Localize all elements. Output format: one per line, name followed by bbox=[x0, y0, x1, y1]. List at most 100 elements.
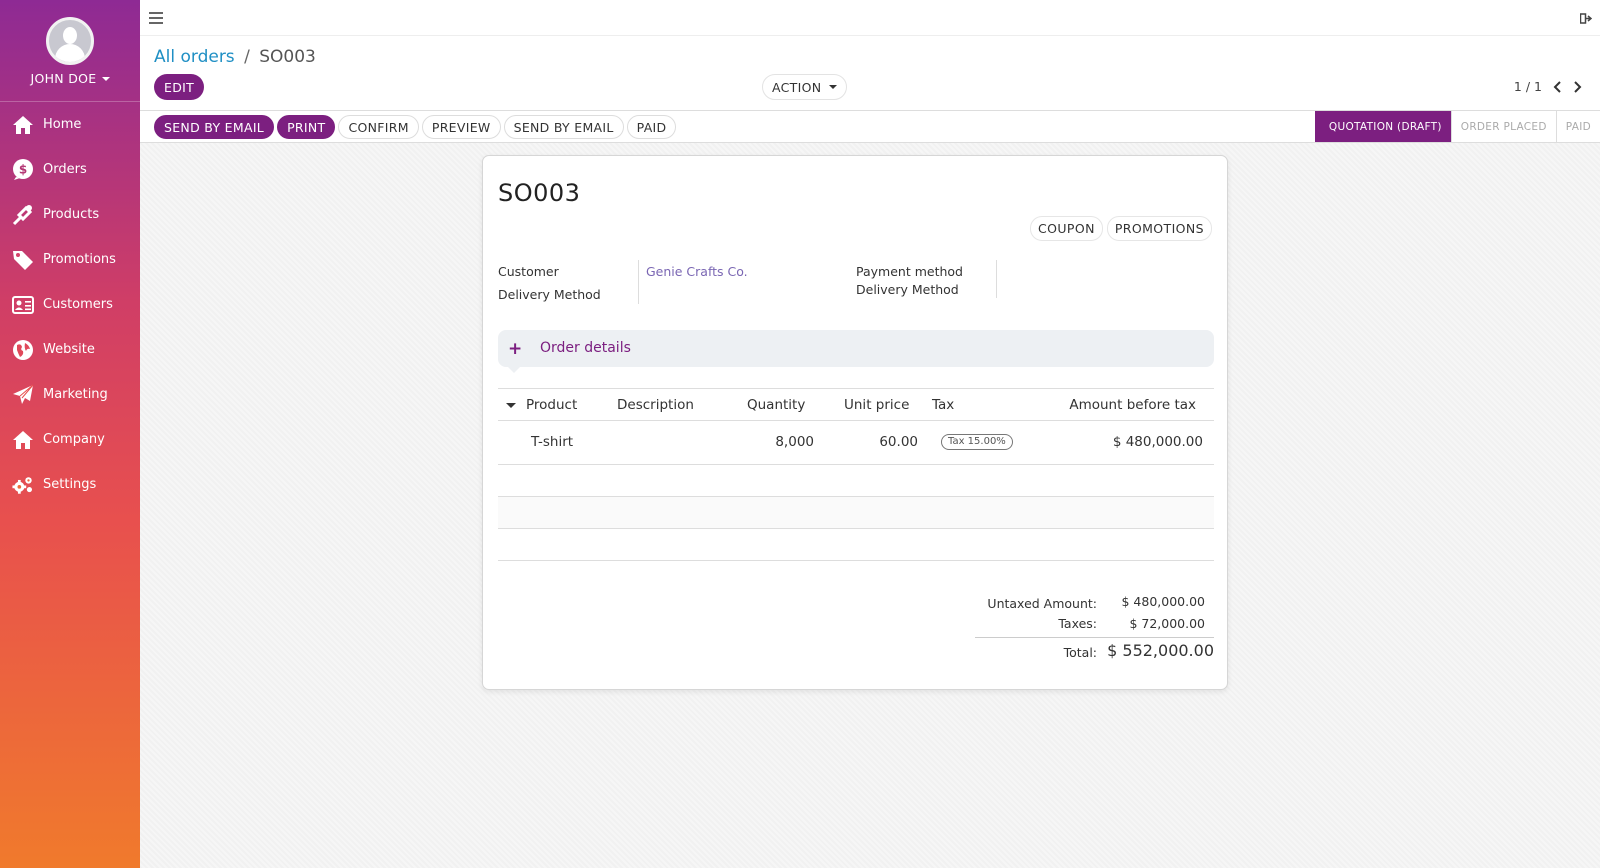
content-area: SO003 COUPON PROMOTIONS Customer Deliver… bbox=[140, 143, 1600, 868]
col-description[interactable]: Description bbox=[617, 397, 694, 413]
delivery-method-label-right: Delivery Method bbox=[856, 282, 959, 297]
order-details-toggle[interactable]: + Order details bbox=[498, 330, 1214, 367]
preview-button[interactable]: PREVIEW bbox=[421, 115, 501, 139]
sidebar-item-label: Orders bbox=[43, 162, 87, 177]
table-header: Product Description Quantity Unit price … bbox=[498, 388, 1214, 421]
chevron-right-icon[interactable] bbox=[1573, 80, 1582, 93]
details-notch bbox=[508, 367, 520, 373]
untaxed-label: Untaxed Amount: bbox=[987, 596, 1097, 611]
user-menu[interactable]: JOHN DOE bbox=[0, 0, 140, 102]
untaxed-value: $ 480,000.00 bbox=[1121, 594, 1206, 609]
customer-label: Customer bbox=[498, 264, 559, 279]
sidebar-item-home[interactable]: Home bbox=[0, 102, 140, 147]
tax-badge: Tax 15.00% bbox=[941, 434, 1013, 450]
empty-row bbox=[498, 497, 1214, 529]
stage-bar: QUOTATION (DRAFT) ORDER PLACED PAID bbox=[1314, 111, 1600, 142]
paid-button[interactable]: PAID bbox=[626, 115, 677, 139]
field-divider bbox=[996, 260, 997, 298]
sidebar-item-label: Marketing bbox=[43, 387, 108, 402]
user-name: JOHN DOE bbox=[30, 71, 97, 86]
taxes-value: $ 72,000.00 bbox=[1129, 616, 1205, 631]
menu-toggle-icon[interactable] bbox=[149, 12, 163, 24]
action-label: ACTION bbox=[772, 79, 822, 95]
chevron-left-icon[interactable] bbox=[1553, 80, 1562, 93]
col-quantity[interactable]: Quantity bbox=[747, 397, 805, 413]
send-by-email-secondary-button[interactable]: SEND BY EMAIL bbox=[503, 115, 624, 139]
sidebar-item-label: Customers bbox=[43, 297, 113, 312]
pager-value[interactable]: 1 / 1 bbox=[1514, 79, 1542, 94]
status-bar: SEND BY EMAIL PRINT CONFIRM PREVIEW SEND… bbox=[140, 111, 1600, 143]
table-row[interactable]: T-shirt 8,000 60.00 Tax 15.00% $ 480,000… bbox=[498, 421, 1214, 465]
caret-down-icon bbox=[101, 76, 110, 81]
stage-paid[interactable]: PAID bbox=[1555, 111, 1600, 142]
sidebar-item-customers[interactable]: Customers bbox=[0, 282, 140, 327]
dollar-icon: $ bbox=[12, 158, 34, 181]
payment-method-label: Payment method bbox=[856, 264, 963, 279]
cell-unit-price: 60.00 bbox=[879, 434, 918, 450]
taxes-row: Taxes: $ 72,000.00 bbox=[975, 613, 1214, 635]
print-button[interactable]: PRINT bbox=[277, 115, 336, 139]
pager: 1 / 1 bbox=[1514, 79, 1582, 94]
action-dropdown[interactable]: ACTION bbox=[762, 74, 848, 100]
price-tag-icon bbox=[12, 249, 34, 271]
top-bar bbox=[140, 0, 1600, 36]
caret-down-icon bbox=[829, 85, 838, 89]
sidebar-item-promotions[interactable]: Promotions bbox=[0, 237, 140, 282]
order-totals: Untaxed Amount: $ 480,000.00 Taxes: $ 72… bbox=[975, 591, 1214, 660]
sidebar-item-orders[interactable]: $ Orders bbox=[0, 147, 140, 192]
order-sheet: SO003 COUPON PROMOTIONS Customer Deliver… bbox=[482, 155, 1228, 690]
sidebar-item-label: Website bbox=[43, 342, 95, 357]
plus-icon: + bbox=[508, 339, 523, 359]
confirm-button[interactable]: CONFIRM bbox=[338, 115, 419, 139]
order-lines-table: Product Description Quantity Unit price … bbox=[498, 388, 1214, 561]
edit-button[interactable]: EDIT bbox=[154, 74, 205, 100]
order-fields: Customer Delivery Method Genie Crafts Co… bbox=[498, 260, 1214, 306]
sidebar-item-website[interactable]: Website bbox=[0, 327, 140, 372]
field-divider bbox=[638, 260, 639, 304]
send-by-email-button[interactable]: SEND BY EMAIL bbox=[154, 115, 275, 139]
user-name-dropdown[interactable]: JOHN DOE bbox=[30, 71, 110, 86]
sidebar-item-label: Home bbox=[43, 117, 82, 132]
totals-divider bbox=[975, 637, 1214, 638]
sidebar-nav: Home $ Orders Products Promotions Custom… bbox=[0, 102, 140, 507]
tag-icon bbox=[12, 204, 34, 226]
col-amount[interactable]: Amount before tax bbox=[1069, 397, 1196, 413]
sidebar-item-company[interactable]: Company bbox=[0, 417, 140, 462]
building-icon bbox=[12, 429, 34, 451]
sidebar: JOHN DOE Home $ Orders Products Promotio… bbox=[0, 0, 140, 868]
sidebar-item-marketing[interactable]: Marketing bbox=[0, 372, 140, 417]
gears-icon bbox=[12, 474, 34, 496]
empty-row bbox=[498, 465, 1214, 497]
home-icon bbox=[12, 114, 34, 136]
collapse-triangle-icon[interactable] bbox=[506, 403, 516, 408]
col-unit-price[interactable]: Unit price bbox=[844, 397, 909, 413]
control-panel: All orders / SO003 EDIT ACTION 1 / 1 bbox=[140, 36, 1600, 111]
promotions-button[interactable]: PROMOTIONS bbox=[1106, 216, 1212, 241]
breadcrumb-current: SO003 bbox=[259, 47, 316, 67]
empty-row bbox=[498, 529, 1214, 561]
breadcrumb-all-orders[interactable]: All orders bbox=[154, 47, 235, 67]
delivery-method-label: Delivery Method bbox=[498, 287, 601, 302]
stage-order-placed[interactable]: ORDER PLACED bbox=[1450, 111, 1556, 142]
cell-product: T-shirt bbox=[531, 434, 574, 450]
customer-link[interactable]: Genie Crafts Co. bbox=[646, 264, 748, 279]
taxes-label: Taxes: bbox=[1058, 616, 1097, 631]
sidebar-item-label: Promotions bbox=[43, 252, 116, 267]
order-details-label: Order details bbox=[540, 340, 631, 356]
col-tax[interactable]: Tax bbox=[932, 397, 954, 413]
avatar[interactable] bbox=[46, 17, 94, 65]
sheet-buttons: COUPON PROMOTIONS bbox=[1030, 216, 1212, 241]
cell-quantity: 8,000 bbox=[775, 434, 814, 450]
paper-plane-icon bbox=[12, 384, 34, 406]
sidebar-item-products[interactable]: Products bbox=[0, 192, 140, 237]
sidebar-item-settings[interactable]: Settings bbox=[0, 462, 140, 507]
total-label: Total: bbox=[1063, 645, 1097, 660]
globe-icon bbox=[12, 339, 34, 361]
breadcrumb-separator: / bbox=[244, 47, 250, 67]
coupon-button[interactable]: COUPON bbox=[1030, 216, 1103, 241]
order-title: SO003 bbox=[498, 179, 581, 207]
logout-icon[interactable] bbox=[1580, 13, 1592, 24]
sidebar-item-label: Company bbox=[43, 432, 105, 447]
stage-quotation-draft[interactable]: QUOTATION (DRAFT) bbox=[1314, 111, 1451, 142]
col-product[interactable]: Product bbox=[526, 397, 577, 413]
